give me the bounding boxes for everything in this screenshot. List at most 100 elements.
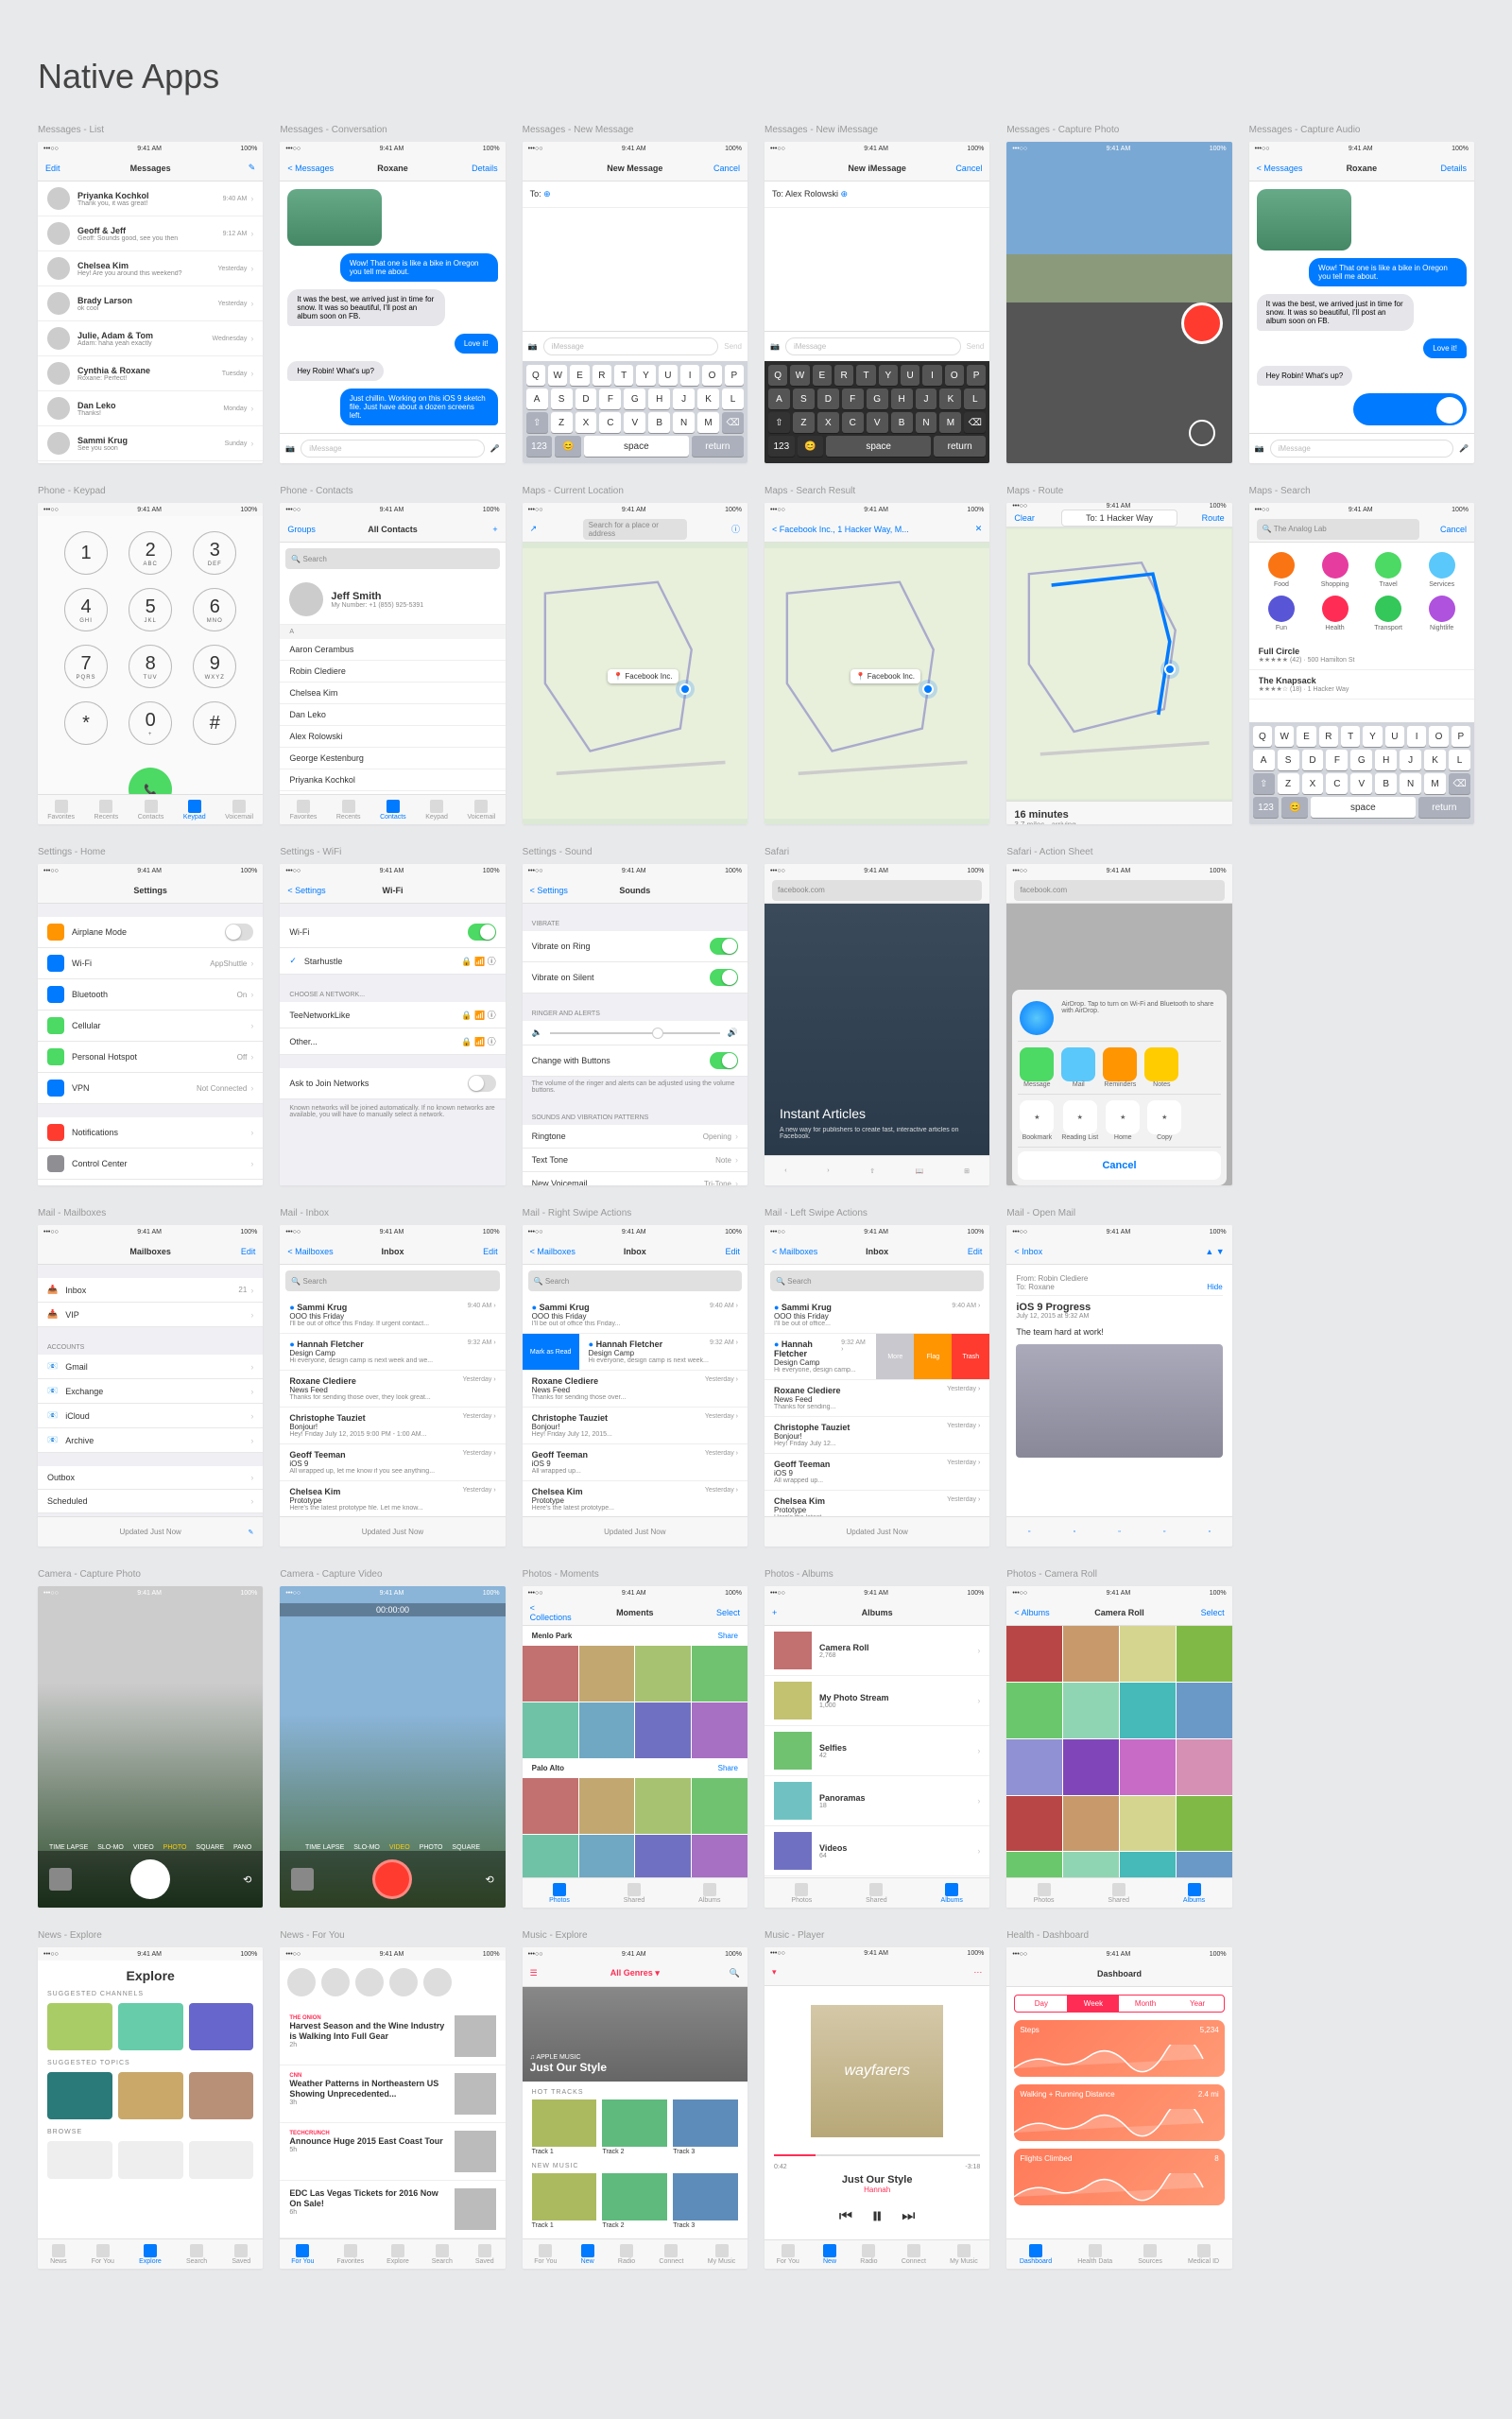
album-row[interactable]: Videos64› [765,1826,989,1876]
category-services[interactable]: Services [1418,552,1465,588]
key[interactable]: Z [551,412,573,433]
key[interactable]: B [1375,773,1397,794]
key[interactable]: K [697,389,719,409]
map-view[interactable] [1006,527,1231,801]
mic-icon[interactable]: 🎤 [1459,444,1469,453]
tab-for-you[interactable]: For You [291,2244,314,2265]
category-fun[interactable]: Fun [1259,596,1305,631]
key-emoji[interactable]: 😊 [798,436,824,457]
album-row[interactable]: Camera Roll2,768› [765,1626,989,1676]
key[interactable]: R [834,365,853,386]
key-123[interactable]: 123 [526,436,553,457]
contact-row[interactable]: Aaron Cerambus [280,639,505,661]
tab-for-you[interactable]: For You [534,2244,557,2265]
key[interactable]: P [1452,726,1470,747]
conversation-row[interactable]: Brady Larsonok cool Yesterday› [38,286,263,321]
keypad-7[interactable]: 7PQRS [64,645,108,688]
camera-icon[interactable]: 📷 [285,444,295,453]
tab-explore[interactable]: Explore [387,2244,409,2265]
flip-camera-icon[interactable]: ⟲ [243,1874,251,1886]
keypad-4[interactable]: 4GHI [64,588,108,631]
tab-favorites[interactable]: Favorites [47,800,75,821]
url-bar[interactable]: facebook.com [772,880,982,901]
nav-action[interactable]: Edit [935,1247,982,1256]
tab-recents[interactable]: Recents [336,800,361,821]
key[interactable]: H [1375,750,1397,770]
email-row[interactable]: Geoff TeemanYesterday ›iOS 9All wrapped … [765,1454,989,1491]
tab-health-data[interactable]: Health Data [1077,2244,1112,2265]
keypad-1[interactable]: 1 [64,531,108,575]
category-nightlife[interactable]: Nightlife [1418,596,1465,631]
key[interactable]: I [680,365,699,386]
key[interactable]: X [576,412,597,433]
tab-voicemail[interactable]: Voicemail [467,800,495,821]
conversation-row[interactable]: Priyanka KochkolThank you, it was great!… [38,181,263,216]
key[interactable]: S [551,389,573,409]
shutter-button[interactable] [130,1859,170,1899]
key[interactable]: U [901,365,919,386]
search-result[interactable]: Full Circle★★★★★ (42) · 500 Hamilton St [1249,641,1474,670]
nav-action[interactable]: Details [451,164,498,173]
key[interactable]: N [916,412,937,433]
album-row[interactable]: Selfies42› [765,1726,989,1776]
key-emoji[interactable]: 😊 [1281,797,1308,818]
nav-back[interactable]: Groups [287,525,335,534]
nav-back[interactable]: < Messages [1257,164,1304,173]
keypad-0[interactable]: 0+ [129,701,172,745]
map-pin-label[interactable]: 📍 Facebook Inc. [608,669,678,683]
key[interactable]: X [817,412,839,433]
key[interactable]: ⇧ [768,412,790,433]
health-card[interactable]: Steps5,234 [1014,2020,1224,2077]
keypad-9[interactable]: 9WXYZ [193,645,236,688]
key[interactable]: E [570,365,589,386]
key-emoji[interactable]: 😊 [555,436,581,457]
conversation-row[interactable]: Geoff & JeffGeoff: Sounds good, see you … [38,216,263,251]
email-row[interactable]: Chelsea KimYesterday ›PrototypeHere's th… [523,1481,747,1516]
key[interactable]: Y [636,365,655,386]
nav-action[interactable]: Edit [693,1247,740,1256]
key[interactable]: P [967,365,986,386]
key-123[interactable]: 123 [1253,797,1280,818]
key[interactable]: A [1253,750,1275,770]
setting-bluetooth[interactable]: Bluetooth On› [38,979,263,1011]
album-row[interactable]: Panoramas18› [765,1776,989,1826]
key[interactable]: H [891,389,913,409]
setting-notifications[interactable]: Notifications › [38,1117,263,1149]
cancel-button[interactable]: Cancel [1018,1151,1220,1180]
key[interactable]: K [1424,750,1446,770]
key-return[interactable]: return [934,436,986,457]
compose-icon[interactable]: ▫ [1209,1529,1211,1535]
tab-shared[interactable]: Shared [866,1883,887,1904]
key[interactable]: C [1326,773,1348,794]
tab-photos[interactable]: Photos [1034,1883,1055,1904]
key[interactable]: Y [1363,726,1382,747]
nav-action[interactable]: ✎ [208,163,255,173]
flip-camera-icon[interactable] [1189,420,1215,446]
message-bubble[interactable]: It was the best, we arrived just in time… [287,289,445,326]
tab-recents[interactable]: Recents [94,800,119,821]
key[interactable]: F [842,389,864,409]
key[interactable]: A [526,389,548,409]
nav-back[interactable]: Edit [45,164,93,173]
key[interactable]: T [614,365,633,386]
tab-photos[interactable]: Photos [791,1883,812,1904]
key[interactable]: C [842,412,864,433]
tab-for-you[interactable]: For You [92,2244,114,2265]
key[interactable]: ⇧ [1253,773,1275,794]
compose-input[interactable]: iMessage [301,440,484,458]
message-bubble[interactable]: It was the best, we arrived just in time… [1257,294,1415,331]
keypad-6[interactable]: 6MNO [193,588,236,631]
email-row[interactable]: Geoff TeemanYesterday ›iOS 9All wrapped … [523,1444,747,1481]
key[interactable]: O [1429,726,1448,747]
email-row[interactable]: Chelsea KimYesterday ›PrototypeHere's th… [765,1491,989,1516]
nav-back[interactable]: + [772,1608,819,1617]
setting-vpn[interactable]: VPN Not Connected› [38,1073,263,1104]
key-space[interactable]: space [584,436,689,457]
tab-radio[interactable]: Radio [618,2244,635,2265]
email-row[interactable]: Roxane ClediereYesterday ›News FeedThank… [765,1380,989,1417]
prev-button[interactable]: ⏮ [839,2208,852,2225]
nav-back[interactable]: < Settings [530,886,577,895]
key[interactable]: D [1302,750,1324,770]
key[interactable]: Q [526,365,545,386]
key[interactable]: W [1275,726,1294,747]
